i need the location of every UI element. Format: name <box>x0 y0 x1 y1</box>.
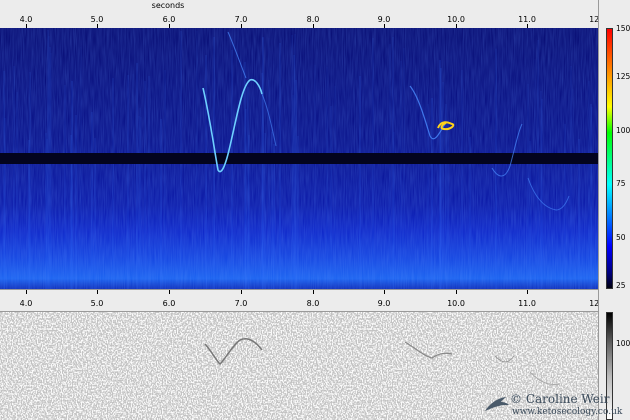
time-tick-label: 7.0 <box>234 299 248 308</box>
time-units-label: seconds <box>151 1 185 10</box>
spectrogram-colorbar <box>606 28 613 289</box>
time-tick-label: 5.0 <box>90 299 104 308</box>
time-tick-label: 7.0 <box>234 15 248 24</box>
colorbar-label: 150 <box>616 24 630 33</box>
colorbar-panel <box>598 0 630 420</box>
time-tick-label: 10.0 <box>447 299 465 308</box>
dolphin-logo-icon <box>485 397 509 411</box>
time-tick-label: 4.0 <box>19 299 33 308</box>
grayscale-colorbar-label: 100 <box>616 339 630 348</box>
spectrogram-panel[interactable] <box>0 28 598 289</box>
time-tick-label: 10.0 <box>447 15 465 24</box>
time-tick-label: 6.0 <box>162 299 176 308</box>
colorbar-label: 100 <box>616 126 630 135</box>
time-tick-label: 6.0 <box>162 15 176 24</box>
time-tick-label: 9.0 <box>377 299 391 308</box>
time-tick-label: 11.0 <box>518 15 536 24</box>
time-tick-label: 8.0 <box>306 299 320 308</box>
spectrogram-image <box>0 28 598 289</box>
copyright-watermark: © Caroline Weir <box>510 392 610 406</box>
time-axis-bottom: 4.0 5.0 6.0 7.0 8.0 9.0 10.0 11.0 12.0 <box>0 289 630 312</box>
colorbar-label: 25 <box>616 281 626 290</box>
colorbar-label: 75 <box>616 179 626 188</box>
time-tick-label: 5.0 <box>90 15 104 24</box>
time-tick-label: 9.0 <box>377 15 391 24</box>
time-tick-label: 8.0 <box>306 15 320 24</box>
colorbar-label: 125 <box>616 72 630 81</box>
colorbar-label: 50 <box>616 233 626 242</box>
time-axis-top: seconds 4.0 5.0 6.0 7.0 8.0 9.0 10.0 11.… <box>0 0 630 28</box>
website-watermark: www.ketosecology.co.uk <box>512 407 623 417</box>
time-tick-label: 11.0 <box>518 299 536 308</box>
time-tick-label: 4.0 <box>19 15 33 24</box>
